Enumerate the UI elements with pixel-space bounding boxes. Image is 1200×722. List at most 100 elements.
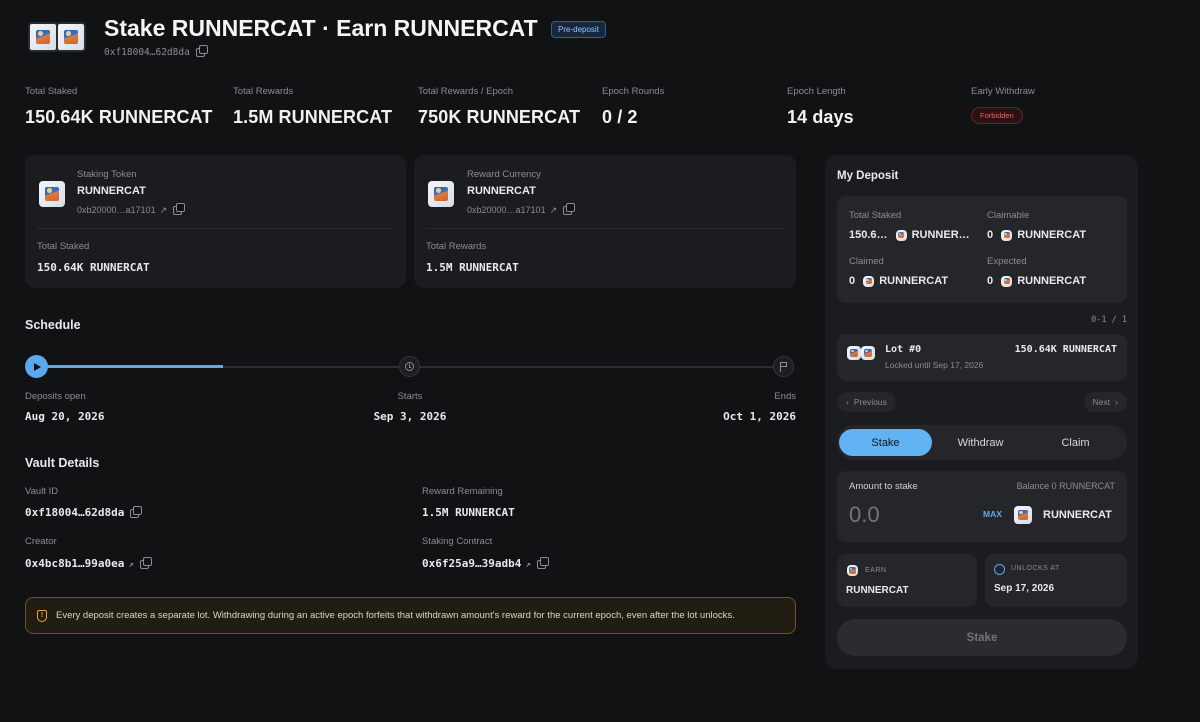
vault-address-text: 0xf18004…62d8da xyxy=(104,47,190,58)
stat-value: 150.64K RUNNERCAT xyxy=(25,107,213,127)
stat-rewards-per-epoch: Total Rewards / Epoch 750K RUNNERCAT xyxy=(418,86,580,128)
token-address-text: 0xb20000…a17101 xyxy=(467,205,546,215)
balance-value: 0 RUNNERCAT xyxy=(1051,481,1115,491)
stat-total-staked: Total Staked 150.64K RUNNERCAT xyxy=(25,86,212,128)
stake-submit-button[interactable]: Stake xyxy=(837,619,1127,656)
earn-card: EARN RUNNERCAT xyxy=(837,554,977,607)
external-link-icon[interactable]: ↗ xyxy=(550,205,558,216)
stat-early-withdraw: Early Withdraw Forbidden xyxy=(971,86,1035,124)
tab-withdraw[interactable]: Withdraw xyxy=(934,429,1027,456)
copy-icon[interactable] xyxy=(173,203,186,216)
claimed-value: 0 RUNNERCAT xyxy=(849,275,948,287)
runnercat-token-icon xyxy=(28,22,58,52)
max-button[interactable]: MAX xyxy=(983,509,1002,519)
flag-glyph xyxy=(779,361,788,372)
total-staked-number: 150.6… xyxy=(849,229,888,241)
previous-label: Previous xyxy=(853,397,887,407)
claimable-token: RUNNERCAT xyxy=(1017,229,1087,241)
runnercat-token-icon xyxy=(56,22,86,52)
card-total-label: Total Staked xyxy=(37,241,90,252)
copy-icon[interactable] xyxy=(195,45,208,57)
stat-label: Total Staked xyxy=(25,86,78,97)
tab-stake[interactable]: Stake xyxy=(839,429,932,456)
expected-value: 0 RUNNERCAT xyxy=(987,275,1086,287)
claimed-label: Claimed xyxy=(849,256,884,267)
card-label: Reward Currency xyxy=(467,169,541,180)
copy-icon[interactable] xyxy=(139,556,152,569)
external-link-icon[interactable]: ↗ xyxy=(128,560,133,570)
clock-icon xyxy=(399,356,420,377)
runnercat-token-icon xyxy=(39,181,65,207)
action-tabs: Stake Withdraw Claim xyxy=(837,425,1127,460)
total-staked-value: 150.6… RUNNER… xyxy=(849,229,970,241)
schedule-progress xyxy=(36,365,223,368)
balance-label: Balance xyxy=(1016,481,1050,491)
previous-button[interactable]: ‹ Previous xyxy=(837,392,896,412)
creator-label: Creator xyxy=(25,536,57,547)
deposit-summary: Total Staked 150.6… RUNNER… Claimable 0 … xyxy=(837,196,1127,303)
clock-glyph xyxy=(405,362,414,371)
runnercat-token-icon xyxy=(1014,506,1032,524)
unlocks-label: UNLOCKS AT xyxy=(1011,565,1060,572)
unlocks-value: Sep 17, 2026 xyxy=(994,583,1055,594)
external-link-icon[interactable]: ↗ xyxy=(160,205,168,216)
staking-contract: 0x6f25a9…39adb4 ↗ xyxy=(422,556,549,570)
next-button[interactable]: Next › xyxy=(1083,392,1127,412)
lot-title: Lot #0 xyxy=(885,344,922,355)
stat-value: 1.5M RUNNERCAT xyxy=(233,107,393,127)
stat-value: 0 / 2 xyxy=(602,107,638,127)
expected-label: Expected xyxy=(987,256,1027,267)
runnercat-token-icon xyxy=(428,181,454,207)
earn-label: EARN xyxy=(865,567,887,574)
play-glyph xyxy=(34,362,41,371)
card-total-value: 1.5M RUNNERCAT xyxy=(426,261,519,274)
schedule-date-start: Sep 3, 2026 xyxy=(373,410,447,423)
card-label: Staking Token xyxy=(77,169,137,180)
runnercat-token-icon xyxy=(1001,229,1013,241)
amount-label: Amount to stake xyxy=(849,481,918,492)
stat-epoch-rounds: Epoch Rounds 0 / 2 xyxy=(602,86,664,128)
creator-value[interactable]: 0x4bc8b1…99a0ea xyxy=(25,557,124,570)
warning-notice: ! Every deposit creates a separate lot. … xyxy=(25,597,796,634)
schedule-label-open: Deposits open xyxy=(25,391,86,402)
my-deposit-panel: My Deposit Total Staked 150.6… RUNNER… C… xyxy=(825,155,1138,669)
play-icon xyxy=(25,355,48,378)
claimable-value: 0 RUNNERCAT xyxy=(987,229,1086,241)
stat-label: Early Withdraw xyxy=(971,86,1035,97)
copy-icon[interactable] xyxy=(130,505,143,518)
staking-contract-value[interactable]: 0x6f25a9…39adb4 xyxy=(422,557,521,570)
schedule-title: Schedule xyxy=(25,318,81,332)
flag-icon xyxy=(773,356,794,377)
status-badge: Pre-deposit xyxy=(551,21,606,38)
runnercat-token-icon xyxy=(895,229,907,241)
runnercat-token-icon xyxy=(861,346,875,360)
copy-icon[interactable] xyxy=(536,556,549,569)
claimed-token: RUNNERCAT xyxy=(879,275,949,287)
notice-text: Every deposit creates a separate lot. Wi… xyxy=(56,610,735,621)
stat-label: Epoch Length xyxy=(787,86,846,97)
vault-id: 0xf18004…62d8da xyxy=(25,505,143,519)
stat-total-rewards: Total Rewards 1.5M RUNNERCAT xyxy=(233,86,392,128)
external-link-icon[interactable]: ↗ xyxy=(525,560,530,570)
stat-value: 750K RUNNERCAT xyxy=(418,107,581,127)
earn-value: RUNNERCAT xyxy=(846,585,909,596)
stat-label: Total Rewards / Epoch xyxy=(418,86,514,97)
amount-input[interactable] xyxy=(849,500,969,530)
vault-address: 0xf18004…62d8da xyxy=(104,45,208,58)
reward-currency-card: Reward Currency RUNNERCAT 0xb20000…a1710… xyxy=(414,155,796,288)
staking-token-card: Staking Token RUNNERCAT 0xb20000…a17101 ↗… xyxy=(25,155,406,288)
lot-item[interactable]: Lot #0 150.64K RUNNERCAT Locked until Se… xyxy=(837,334,1127,381)
tab-claim[interactable]: Claim xyxy=(1029,429,1122,456)
token-name: RUNNERCAT xyxy=(467,185,536,197)
runnercat-token-icon xyxy=(863,275,875,287)
header-logos xyxy=(28,22,90,56)
schedule-date-end: Oct 1, 2026 xyxy=(723,410,796,423)
forbidden-badge: Forbidden xyxy=(971,107,1023,124)
claimable-number: 0 xyxy=(987,229,994,241)
reward-remaining-value: 1.5M RUNNERCAT xyxy=(422,506,515,519)
schedule-date-open: Aug 20, 2026 xyxy=(25,410,105,423)
runnercat-token-icon xyxy=(847,565,858,576)
schedule-label-end: Ends xyxy=(774,391,796,402)
copy-icon[interactable] xyxy=(563,203,576,216)
runnercat-token-icon xyxy=(847,346,861,360)
